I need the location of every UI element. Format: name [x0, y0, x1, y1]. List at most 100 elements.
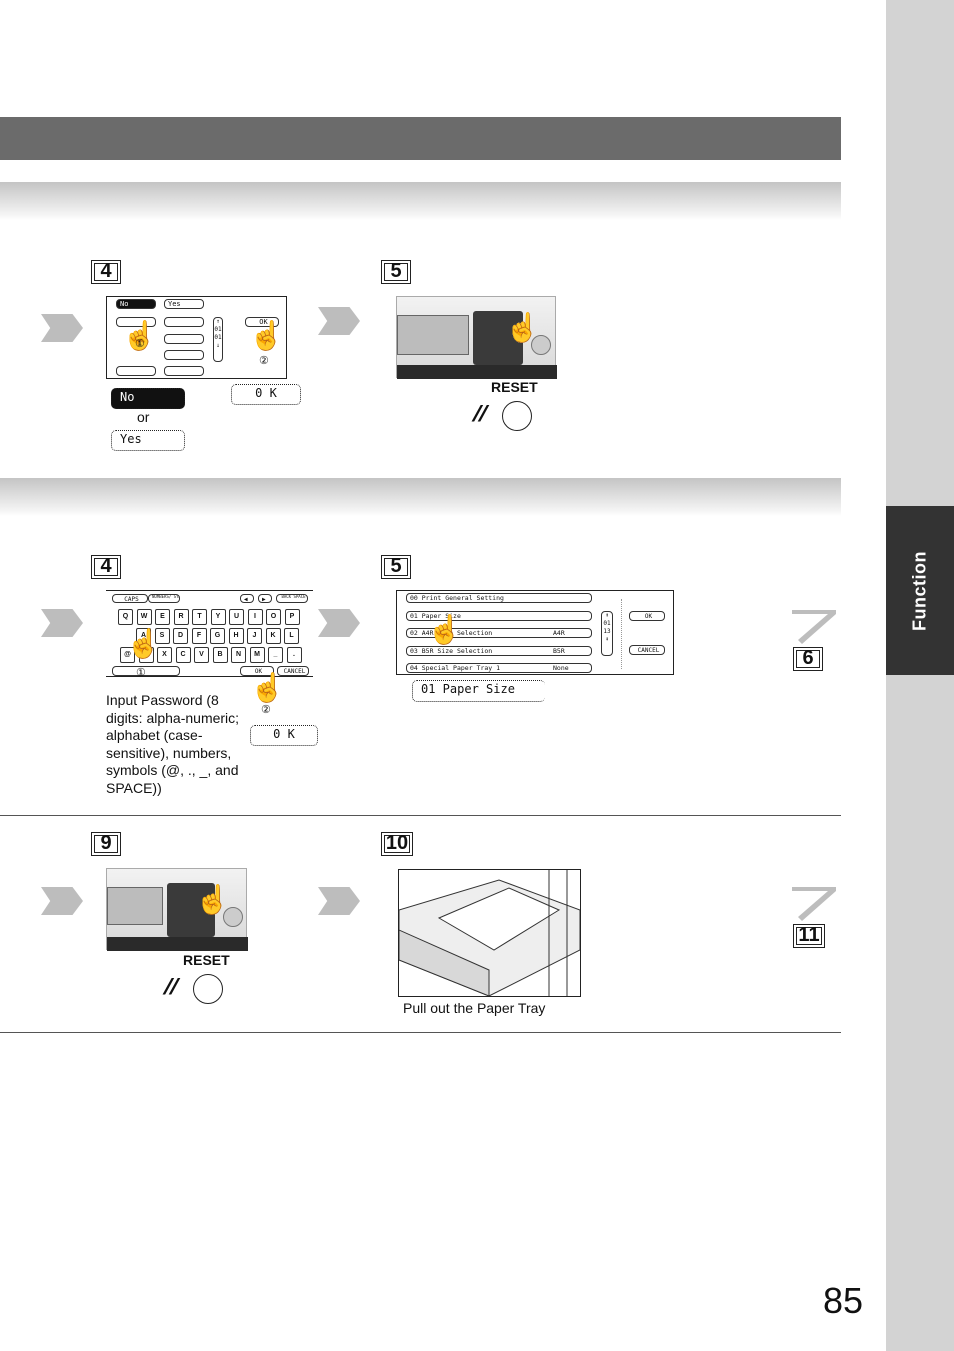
- divider: [0, 815, 841, 816]
- item-value: A4R: [553, 629, 565, 637]
- key-o[interactable]: O: [266, 609, 281, 625]
- key-w[interactable]: W: [136, 609, 152, 625]
- lcd-blank-button: [164, 317, 204, 327]
- callout-2: ②: [261, 704, 271, 716]
- key-j[interactable]: J: [247, 628, 262, 644]
- reset-button-icon[interactable]: [502, 401, 532, 431]
- settings-list-item[interactable]: 00 Print General Setting: [406, 593, 592, 603]
- arrow-right-icon: [41, 609, 83, 637]
- lcd-blank-button: [164, 350, 204, 360]
- next-step-number: 6: [793, 647, 823, 671]
- list-ok-button[interactable]: OK: [629, 611, 665, 621]
- control-panel-image: ☝: [106, 868, 248, 951]
- item-label: 04 Special Paper Tray 1: [410, 664, 501, 672]
- key-y[interactable]: Y: [210, 609, 226, 625]
- cursor-left-key[interactable]: ◀: [240, 594, 254, 603]
- go-to-step-arrow-icon: [790, 885, 838, 921]
- space-key[interactable]: [112, 666, 180, 676]
- panel-base: [397, 365, 557, 379]
- key-k[interactable]: K: [265, 628, 281, 644]
- control-panel-image: ☝: [396, 296, 557, 379]
- reset-label: RESET: [183, 952, 230, 968]
- lcd-screen-settings-list: 00 Print General Setting 01 Paper Size 02 …: [396, 590, 674, 675]
- section-tab-function[interactable]: Function: [886, 506, 954, 675]
- arrow-right-icon: [41, 314, 83, 342]
- key-d[interactable]: D: [173, 628, 188, 644]
- tray-caption: Pull out the Paper Tray: [403, 1000, 546, 1016]
- lcd-yes-button[interactable]: Yes: [164, 299, 204, 309]
- scroll-counter[interactable]: ⬆ 01 13 ⬇: [601, 611, 613, 656]
- key-g[interactable]: G: [210, 628, 225, 644]
- subheader-band-2: [0, 478, 841, 516]
- key-dot[interactable]: .: [286, 647, 302, 663]
- yes-button[interactable]: Yes: [111, 430, 185, 451]
- touch-panel-display: [397, 315, 469, 355]
- key-m[interactable]: M: [249, 647, 265, 663]
- pointing-hand-icon: ☝: [249, 320, 284, 351]
- pointing-hand-icon: ☝: [126, 628, 161, 659]
- step-number: 10: [381, 832, 413, 856]
- pointing-hand-icon: ☝: [505, 312, 540, 343]
- arrow-right-icon: [41, 887, 83, 915]
- page-number: 85: [823, 1280, 864, 1321]
- cursor-right-key[interactable]: ▶: [258, 594, 272, 603]
- key-t[interactable]: T: [192, 609, 207, 625]
- step-number: 4: [91, 555, 121, 579]
- key-r[interactable]: R: [173, 609, 189, 625]
- key-n[interactable]: N: [231, 647, 246, 663]
- sidebar: [886, 0, 954, 1351]
- key-l[interactable]: L: [284, 628, 299, 644]
- key-u[interactable]: U: [229, 609, 244, 625]
- list-cancel-button[interactable]: CANCEL: [629, 645, 665, 655]
- step-number: 5: [381, 260, 411, 284]
- paper-tray-illustration: [398, 869, 581, 997]
- key-p[interactable]: P: [284, 609, 300, 625]
- pointing-hand-icon: ☝: [195, 884, 230, 915]
- pointing-hand-icon: ☝: [427, 614, 462, 645]
- key-v[interactable]: V: [194, 647, 209, 663]
- arrow-right-icon: [318, 887, 360, 915]
- keyboard-screen: CAPS NUMBERS/ SYMBOLS ◀ ▶ BACK SPACE QWE…: [106, 590, 313, 716]
- lcd-no-button[interactable]: No: [116, 299, 156, 309]
- selected-item-paper-size[interactable]: 01 Paper Size: [412, 680, 545, 702]
- or-label: or: [137, 409, 150, 425]
- lcd-blank-button: [164, 334, 204, 344]
- key-underscore[interactable]: _: [268, 647, 283, 663]
- key-q[interactable]: Q: [118, 609, 133, 625]
- item-label: 03 B5R Size Selection: [410, 646, 493, 655]
- item-value: None: [553, 664, 569, 672]
- ok-button[interactable]: 0 K: [231, 384, 301, 405]
- password-instructions: Input Password (8 digits: alpha-numeric;…: [106, 692, 240, 796]
- key-i[interactable]: I: [247, 609, 263, 625]
- step-number: 4: [91, 260, 121, 284]
- settings-list-item[interactable]: 03 B5R Size Selection B5R: [406, 645, 592, 656]
- key-e[interactable]: E: [155, 609, 170, 625]
- ok-button[interactable]: 0 K: [250, 725, 318, 746]
- reset-slash-icon: //: [469, 401, 491, 426]
- backspace-key[interactable]: BACK SPACE: [276, 594, 308, 603]
- key-f[interactable]: F: [191, 628, 207, 644]
- reset-button-icon[interactable]: [193, 974, 223, 1004]
- arrow-right-icon: [318, 307, 360, 335]
- step-number: 9: [91, 832, 121, 856]
- numbers-symbols-key[interactable]: NUMBERS/ SYMBOLS: [148, 594, 180, 603]
- reset-label: RESET: [491, 379, 538, 395]
- callout-2: ②: [259, 355, 269, 367]
- step-number: 5: [381, 555, 411, 579]
- lcd-screen-no-yes: No Yes ↑ 01 01 ↓ OK ☝ ① ☝ ②: [106, 296, 287, 379]
- go-to-step-arrow-icon: [790, 608, 838, 644]
- no-button[interactable]: No: [111, 388, 185, 409]
- lcd-blank-button: [164, 366, 204, 376]
- key-h[interactable]: H: [228, 628, 244, 644]
- settings-list-item[interactable]: 04 Special Paper Tray 1 None: [406, 663, 592, 673]
- header-bar: [0, 117, 841, 160]
- divider: [0, 1032, 841, 1033]
- caps-key[interactable]: CAPS: [112, 594, 148, 603]
- key-c[interactable]: C: [175, 647, 191, 663]
- key-b[interactable]: B: [212, 647, 228, 663]
- subheader-band-1: [0, 182, 841, 220]
- callout-1: ①: [135, 338, 145, 350]
- scroll-counter[interactable]: ↑ 01 01 ↓: [213, 317, 223, 362]
- pointing-hand-icon: ☝: [250, 672, 285, 703]
- reset-slash-icon: //: [160, 974, 182, 999]
